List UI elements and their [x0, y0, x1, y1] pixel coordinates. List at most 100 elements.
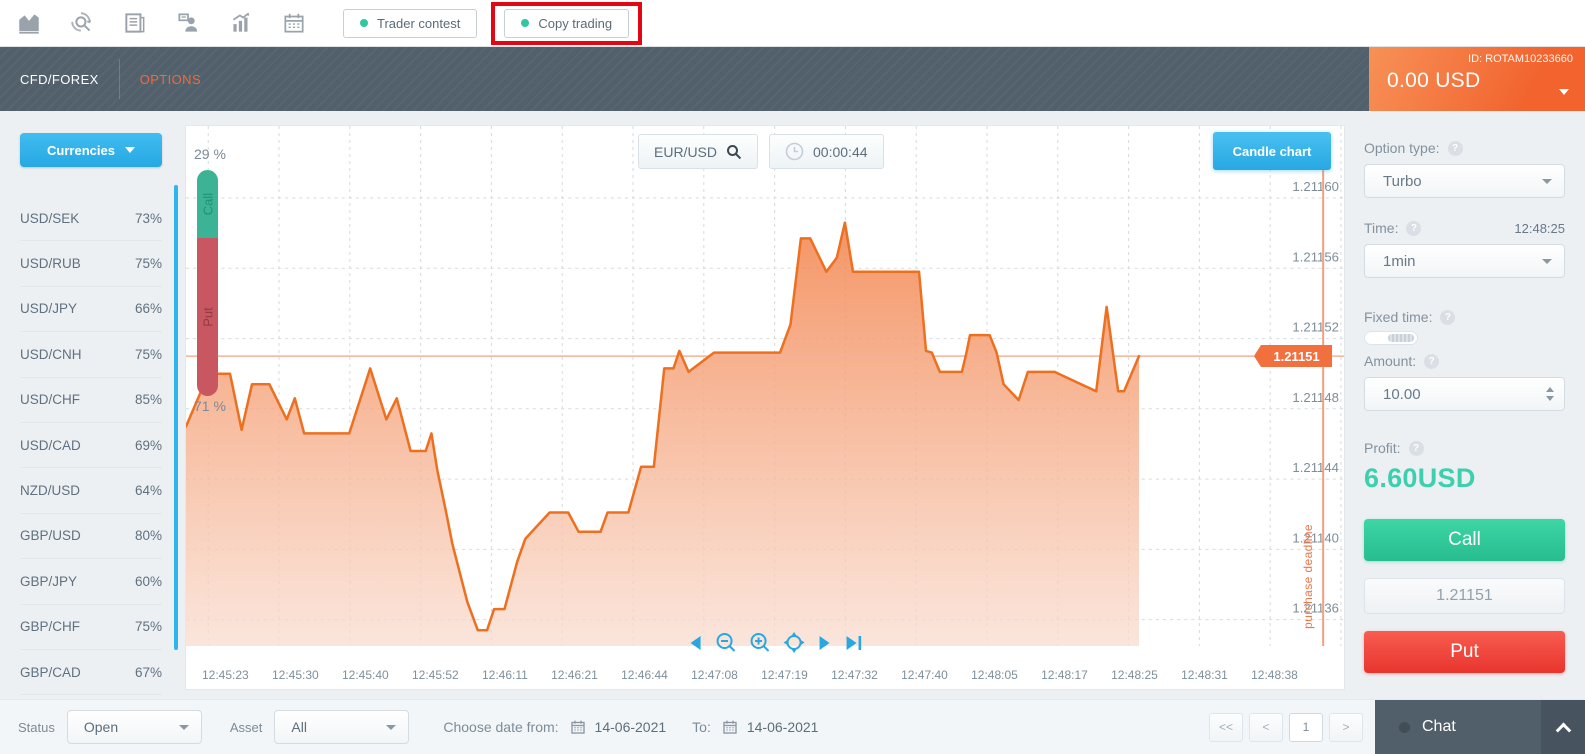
gauge-call-segment: Call: [197, 170, 218, 238]
time-tick-label: 12:46:44: [621, 668, 668, 682]
chart-top-buttons: EUR/USD 00:00:44: [638, 134, 884, 169]
chat-bar[interactable]: Chat: [1375, 700, 1585, 754]
expiry-timer-button[interactable]: 00:00:44: [769, 134, 884, 169]
date-to-value[interactable]: 14-06-2021: [747, 719, 819, 735]
account-id: ID: ROTAM10233660: [1387, 53, 1573, 65]
tab-cfd-forex[interactable]: CFD/FOREX: [0, 47, 119, 111]
zoom-in-icon[interactable]: [750, 632, 771, 653]
pair-name: USD/CNH: [20, 347, 82, 362]
currencies-dropdown-button[interactable]: Currencies: [20, 133, 162, 167]
currency-pair-item[interactable]: USD/CAD69%: [20, 423, 162, 468]
currency-pair-item[interactable]: GBP/USD80%: [20, 514, 162, 559]
date-from-label: Choose date from:: [443, 719, 558, 735]
amount-row: Amount:: [1364, 351, 1565, 371]
currency-pair-item[interactable]: GBP/CAD67%: [20, 650, 162, 695]
amount-input[interactable]: 10.00: [1364, 377, 1565, 411]
purchase-deadline-label: purchase deadline: [1301, 524, 1315, 629]
increment-button[interactable]: [1546, 387, 1554, 392]
time-tick-label: 12:45:40: [342, 668, 389, 682]
toggle-knob: [1388, 334, 1414, 342]
top-toolbar: Trader contest Copy trading: [0, 0, 1585, 47]
currency-pair-item[interactable]: GBP/JPY 60%: [20, 559, 162, 604]
time-label: Time:: [1364, 220, 1398, 236]
pair-name: GBP/JPY: [20, 574, 77, 589]
current-price-badge: 1.21151: [1261, 345, 1332, 367]
fixed-time-toggle[interactable]: [1364, 331, 1418, 345]
trader-contest-button[interactable]: Trader contest: [343, 9, 477, 38]
price-area-chart[interactable]: 1.211601.211561.211521.211481.211441.211…: [186, 126, 1344, 646]
currency-pair-item[interactable]: USD/RUB 75%: [20, 241, 162, 286]
help-icon[interactable]: [1448, 141, 1463, 156]
pan-left-icon[interactable]: [688, 635, 703, 651]
chart-panel: 1.211601.211561.211521.211481.211441.211…: [185, 125, 1345, 690]
asset-value: All: [291, 719, 307, 735]
amount-spinner: [1546, 387, 1554, 401]
currency-pair-item[interactable]: USD/CNH75%: [20, 332, 162, 377]
support-chat-icon[interactable]: [175, 10, 201, 36]
currency-pair-item[interactable]: USD/SEK73%: [20, 196, 162, 241]
first-page-button[interactable]: <<: [1209, 713, 1243, 742]
area-chart-icon[interactable]: [16, 10, 42, 36]
pair-payout: 64%: [135, 483, 162, 498]
decrement-button[interactable]: [1546, 396, 1554, 401]
copy-trading-label: Copy trading: [538, 16, 612, 31]
calendar-icon[interactable]: [721, 718, 739, 736]
asset-select[interactable]: All: [274, 710, 409, 744]
statistics-icon[interactable]: [228, 10, 254, 36]
time-tick-label: 12:48:25: [1111, 668, 1158, 682]
symbol-label: EUR/USD: [654, 144, 717, 160]
option-type-value: Turbo: [1383, 173, 1422, 190]
market-analysis-icon[interactable]: [69, 10, 95, 36]
currency-pair-item[interactable]: USD/JPY66%: [20, 287, 162, 332]
date-from-value[interactable]: 14-06-2021: [595, 719, 667, 735]
option-type-label: Option type:: [1364, 140, 1440, 156]
chevron-down-icon: [125, 147, 135, 153]
chat-status-icon: [1399, 722, 1410, 733]
help-icon[interactable]: [1406, 221, 1421, 236]
currency-pair-item[interactable]: NZD/USD64%: [20, 468, 162, 513]
duration-select[interactable]: 1min: [1364, 244, 1565, 278]
pair-payout: 75%: [135, 256, 162, 271]
status-select[interactable]: Open: [67, 710, 202, 744]
help-icon[interactable]: [1440, 310, 1455, 325]
pan-right-icon[interactable]: [818, 635, 833, 651]
tab-options[interactable]: OPTIONS: [120, 47, 221, 111]
help-icon[interactable]: [1424, 354, 1439, 369]
pair-name: USD/CAD: [20, 438, 81, 453]
call-button[interactable]: Call: [1364, 519, 1565, 561]
time-tick-label: 12:47:40: [901, 668, 948, 682]
call-percentage: 29 %: [194, 146, 226, 162]
pair-payout: 60%: [135, 574, 162, 589]
calendar-icon[interactable]: [569, 718, 587, 736]
news-icon[interactable]: [122, 10, 148, 36]
chat-collapse-button[interactable]: [1541, 700, 1585, 754]
copy-trading-button[interactable]: Copy trading: [504, 9, 629, 38]
pair-name: USD/RUB: [20, 256, 81, 271]
pair-payout: 67%: [135, 665, 162, 680]
put-button[interactable]: Put: [1364, 631, 1565, 673]
pair-payout: 73%: [135, 211, 162, 226]
zoom-out-icon[interactable]: [716, 632, 737, 653]
option-type-select[interactable]: Turbo: [1364, 164, 1565, 198]
pair-name: GBP/CHF: [20, 619, 80, 634]
chat-label: Chat: [1422, 718, 1456, 736]
help-icon[interactable]: [1409, 441, 1424, 456]
gauge-put-segment: Put: [197, 238, 218, 396]
currency-pair-item[interactable]: USD/CHF85%: [20, 378, 162, 423]
profit-row: Profit:: [1364, 438, 1565, 458]
jump-latest-icon[interactable]: [846, 635, 864, 651]
chevron-down-icon: [1542, 179, 1552, 184]
balance-dropdown[interactable]: ID: ROTAM10233660 0.00 USD: [1369, 47, 1585, 111]
prev-page-button[interactable]: <: [1249, 713, 1283, 742]
time-tick-label: 12:47:19: [761, 668, 808, 682]
sidebar-scrollbar[interactable]: [174, 185, 178, 650]
current-page-button[interactable]: 1: [1289, 713, 1323, 742]
currency-pair-item[interactable]: GBP/CHF 75%: [20, 605, 162, 650]
pair-payout: 75%: [135, 619, 162, 634]
calendar-icon[interactable]: [281, 10, 307, 36]
time-tick-label: 12:46:11: [482, 668, 528, 682]
next-page-button[interactable]: >: [1329, 713, 1363, 742]
recenter-icon[interactable]: [784, 632, 805, 653]
symbol-select-button[interactable]: EUR/USD: [638, 134, 758, 169]
candle-chart-button[interactable]: Candle chart: [1213, 132, 1331, 170]
